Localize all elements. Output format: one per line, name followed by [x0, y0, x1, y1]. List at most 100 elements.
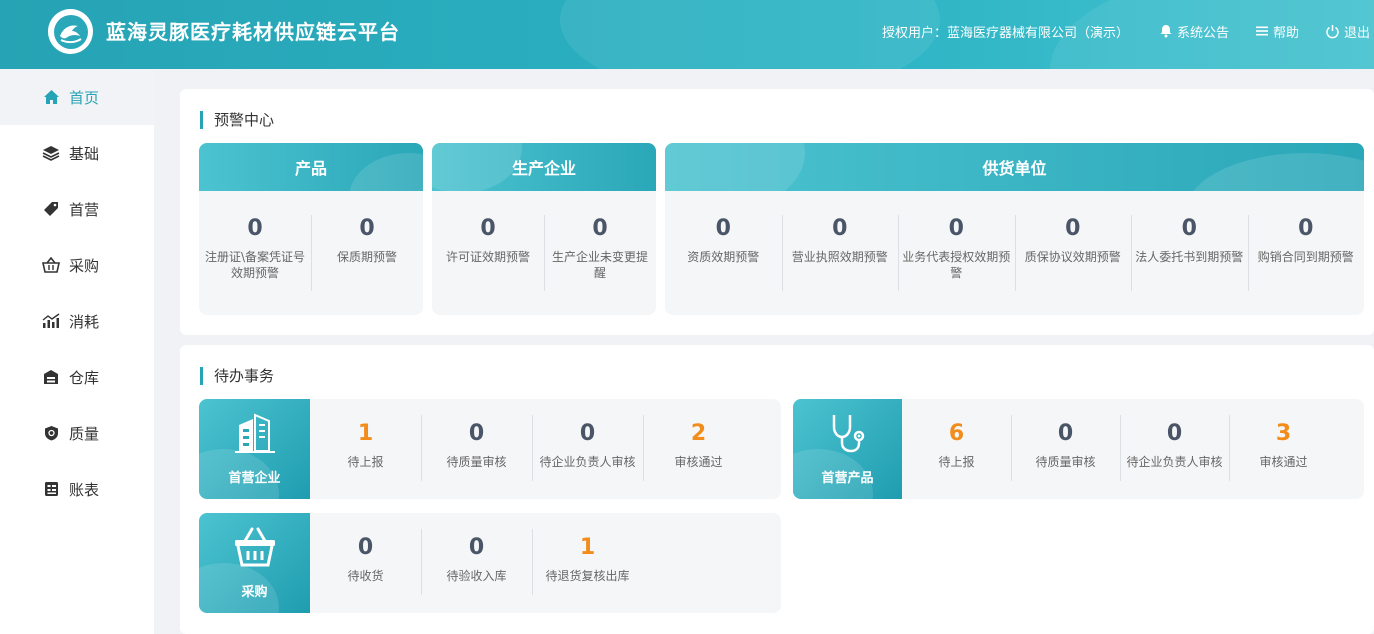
warning-metric-business-license[interactable]: 0 营业执照效期预警	[781, 215, 899, 315]
warning-metric-quality-agreement[interactable]: 0 质保协议效期预警	[1014, 215, 1132, 315]
metric-label: 待验收入库	[446, 569, 507, 583]
system-notice-link[interactable]: 系统公告	[1159, 22, 1229, 41]
warning-metric-rep-authorization[interactable]: 0 业务代表授权效期预警	[898, 215, 1015, 315]
sidebar-item-home[interactable]: 首页	[0, 69, 154, 125]
metric-value: 0	[592, 216, 608, 241]
todo-metric-pending-return-review[interactable]: 1 待退货复核出库	[532, 513, 643, 613]
metric-value: 1	[357, 421, 374, 446]
warning-metric-shelf-life[interactable]: 0 保质期预警	[311, 215, 423, 315]
warning-group-header: 产品	[199, 143, 423, 191]
tag-icon	[42, 200, 60, 218]
metric-value: 0	[1181, 216, 1197, 241]
todo-group-icon-panel[interactable]: 首营企业	[199, 399, 310, 499]
metric-value: 0	[1166, 421, 1183, 446]
metric-value: 0	[247, 216, 263, 241]
metric-value: 3	[1275, 421, 1292, 446]
metric-value: 6	[948, 421, 965, 446]
todo-group-first-enterprise: 首营企业 1 待上报 0 待质量审核 0 待企业负责人审核 2 审核通过	[199, 399, 781, 499]
warning-group-title: 供货单位	[982, 159, 1047, 178]
sidebar-item-label: 质量	[69, 424, 100, 443]
warning-center-card: 预警中心 产品 0 注册证\备案凭证号效期预警 0 保质期预警 生产企业 0 许…	[180, 89, 1374, 335]
todo-group-first-product: 首营产品 6 待上报 0 待质量审核 0 待企业负责人审核 3 审核通过	[793, 399, 1364, 499]
metric-label: 业务代表授权效期预警	[902, 250, 1011, 280]
app-logo[interactable]	[48, 9, 93, 54]
logout-link[interactable]: 退出	[1325, 22, 1370, 41]
todo-card: 待办事务 首营企业 1 待上报 0 待质量审核 0 待企业负责人审核 2 审核通…	[180, 345, 1374, 634]
top-header: 蓝海灵豚医疗耗材供应链云平台 授权用户：蓝海医疗器械有限公司（演示） 系统公告 …	[0, 0, 1374, 69]
todo-metric-pending-report[interactable]: 1 待上报	[310, 399, 421, 499]
header-actions: 授权用户：蓝海医疗器械有限公司（演示） 系统公告 帮助 退出	[882, 20, 1374, 42]
sidebar-item-label: 基础	[69, 144, 100, 163]
metric-value: 0	[359, 216, 375, 241]
todo-metric-pending-quality-review[interactable]: 0 待质量审核	[1011, 399, 1120, 499]
shield-icon	[42, 424, 60, 442]
metric-label: 待上报	[347, 455, 384, 469]
warning-group-product: 产品 0 注册证\备案凭证号效期预警 0 保质期预警	[199, 143, 423, 315]
sidebar-item-warehouse[interactable]: 仓库	[0, 349, 154, 405]
todo-metric-pending-quality-review[interactable]: 0 待质量审核	[421, 399, 532, 499]
metric-label: 待企业负责人审核	[1126, 455, 1223, 469]
home-icon	[42, 88, 60, 106]
warning-center-title: 预警中心	[200, 111, 274, 129]
sidebar-item-consumption[interactable]: 消耗	[0, 293, 154, 349]
help-label: 帮助	[1272, 25, 1299, 41]
warning-group-manufacturer: 生产企业 0 许可证效期预警 0 生产企业未变更提醒	[432, 143, 656, 315]
sidebar-item-first-business[interactable]: 首营	[0, 181, 154, 237]
sidebar-item-quality[interactable]: 质量	[0, 405, 154, 461]
todo-metric-pending-head-review[interactable]: 0 待企业负责人审核	[532, 399, 643, 499]
metric-value: 0	[480, 216, 496, 241]
todo-metric-pending-head-review[interactable]: 0 待企业负责人审核	[1120, 399, 1229, 499]
metric-value: 0	[1057, 421, 1074, 446]
warning-metric-manufacturer-unchanged[interactable]: 0 生产企业未变更提醒	[544, 215, 656, 315]
logout-label: 退出	[1343, 25, 1370, 41]
metric-label: 生产企业未变更提醒	[551, 250, 648, 280]
app-title: 蓝海灵豚医疗耗材供应链云平台	[106, 20, 400, 44]
report-icon	[42, 480, 60, 498]
shopping-basket-icon	[232, 525, 278, 569]
metric-label: 待上报	[938, 455, 975, 469]
help-link[interactable]: 帮助	[1255, 22, 1299, 41]
metric-label: 待退货复核出库	[545, 569, 630, 583]
bell-icon	[1160, 25, 1172, 38]
warning-metric-sales-contract[interactable]: 0 购销合同到期预警	[1247, 215, 1365, 315]
warning-group-header: 生产企业	[432, 143, 656, 191]
todo-group-purchase: 采购 0 待收货 0 待验收入库 1 待退货复核出库	[199, 513, 781, 613]
warning-metric-power-of-attorney[interactable]: 0 法人委托书到期预警	[1131, 215, 1248, 315]
chart-icon	[42, 312, 60, 330]
todo-metric-approved[interactable]: 2 审核通过	[643, 399, 754, 499]
todo-group-name: 首营企业	[228, 471, 281, 486]
metric-label: 待质量审核	[1035, 455, 1096, 469]
warning-metric-qualification[interactable]: 0 资质效期预警	[665, 215, 782, 315]
todo-metric-approved[interactable]: 3 审核通过	[1229, 399, 1338, 499]
warning-group-header: 供货单位	[665, 143, 1364, 191]
todo-metric-pending-receipt[interactable]: 0 待收货	[310, 513, 421, 613]
sidebar-item-purchase[interactable]: 采购	[0, 237, 154, 293]
sidebar-item-label: 消耗	[69, 312, 100, 331]
metric-value: 0	[579, 421, 596, 446]
metric-label: 法人委托书到期预警	[1135, 250, 1244, 264]
todo-group-icon-panel[interactable]: 首营产品	[793, 399, 902, 499]
sidebar-item-label: 账表	[69, 480, 100, 499]
power-icon	[1326, 24, 1339, 38]
metric-label: 待收货	[347, 569, 384, 583]
todo-group-name: 首营产品	[821, 471, 874, 486]
dolphin-logo-icon	[53, 14, 88, 49]
todo-group-icon-panel[interactable]: 采购	[199, 513, 310, 613]
sidebar-item-label: 首营	[69, 200, 100, 219]
sidebar-item-label: 仓库	[69, 368, 100, 387]
metric-value: 0	[357, 535, 374, 560]
warning-metric-registration-cert[interactable]: 0 注册证\备案凭证号效期预警	[199, 215, 311, 315]
warning-metric-license-expiry[interactable]: 0 许可证效期预警	[432, 215, 544, 315]
todo-metric-pending-inspection-stock-in[interactable]: 0 待验收入库	[421, 513, 532, 613]
layers-icon	[42, 144, 60, 162]
metric-label: 待企业负责人审核	[539, 455, 636, 469]
sidebar-item-reports[interactable]: 账表	[0, 461, 154, 517]
menu-icon	[1255, 26, 1268, 36]
sidebar-item-label: 采购	[69, 256, 100, 275]
basket-icon	[42, 256, 60, 274]
metric-label: 质保协议效期预警	[1024, 250, 1121, 264]
metric-value: 0	[715, 216, 731, 241]
todo-metric-pending-report[interactable]: 6 待上报	[902, 399, 1011, 499]
warning-group-title: 生产企业	[511, 159, 576, 178]
sidebar-item-basic[interactable]: 基础	[0, 125, 154, 181]
